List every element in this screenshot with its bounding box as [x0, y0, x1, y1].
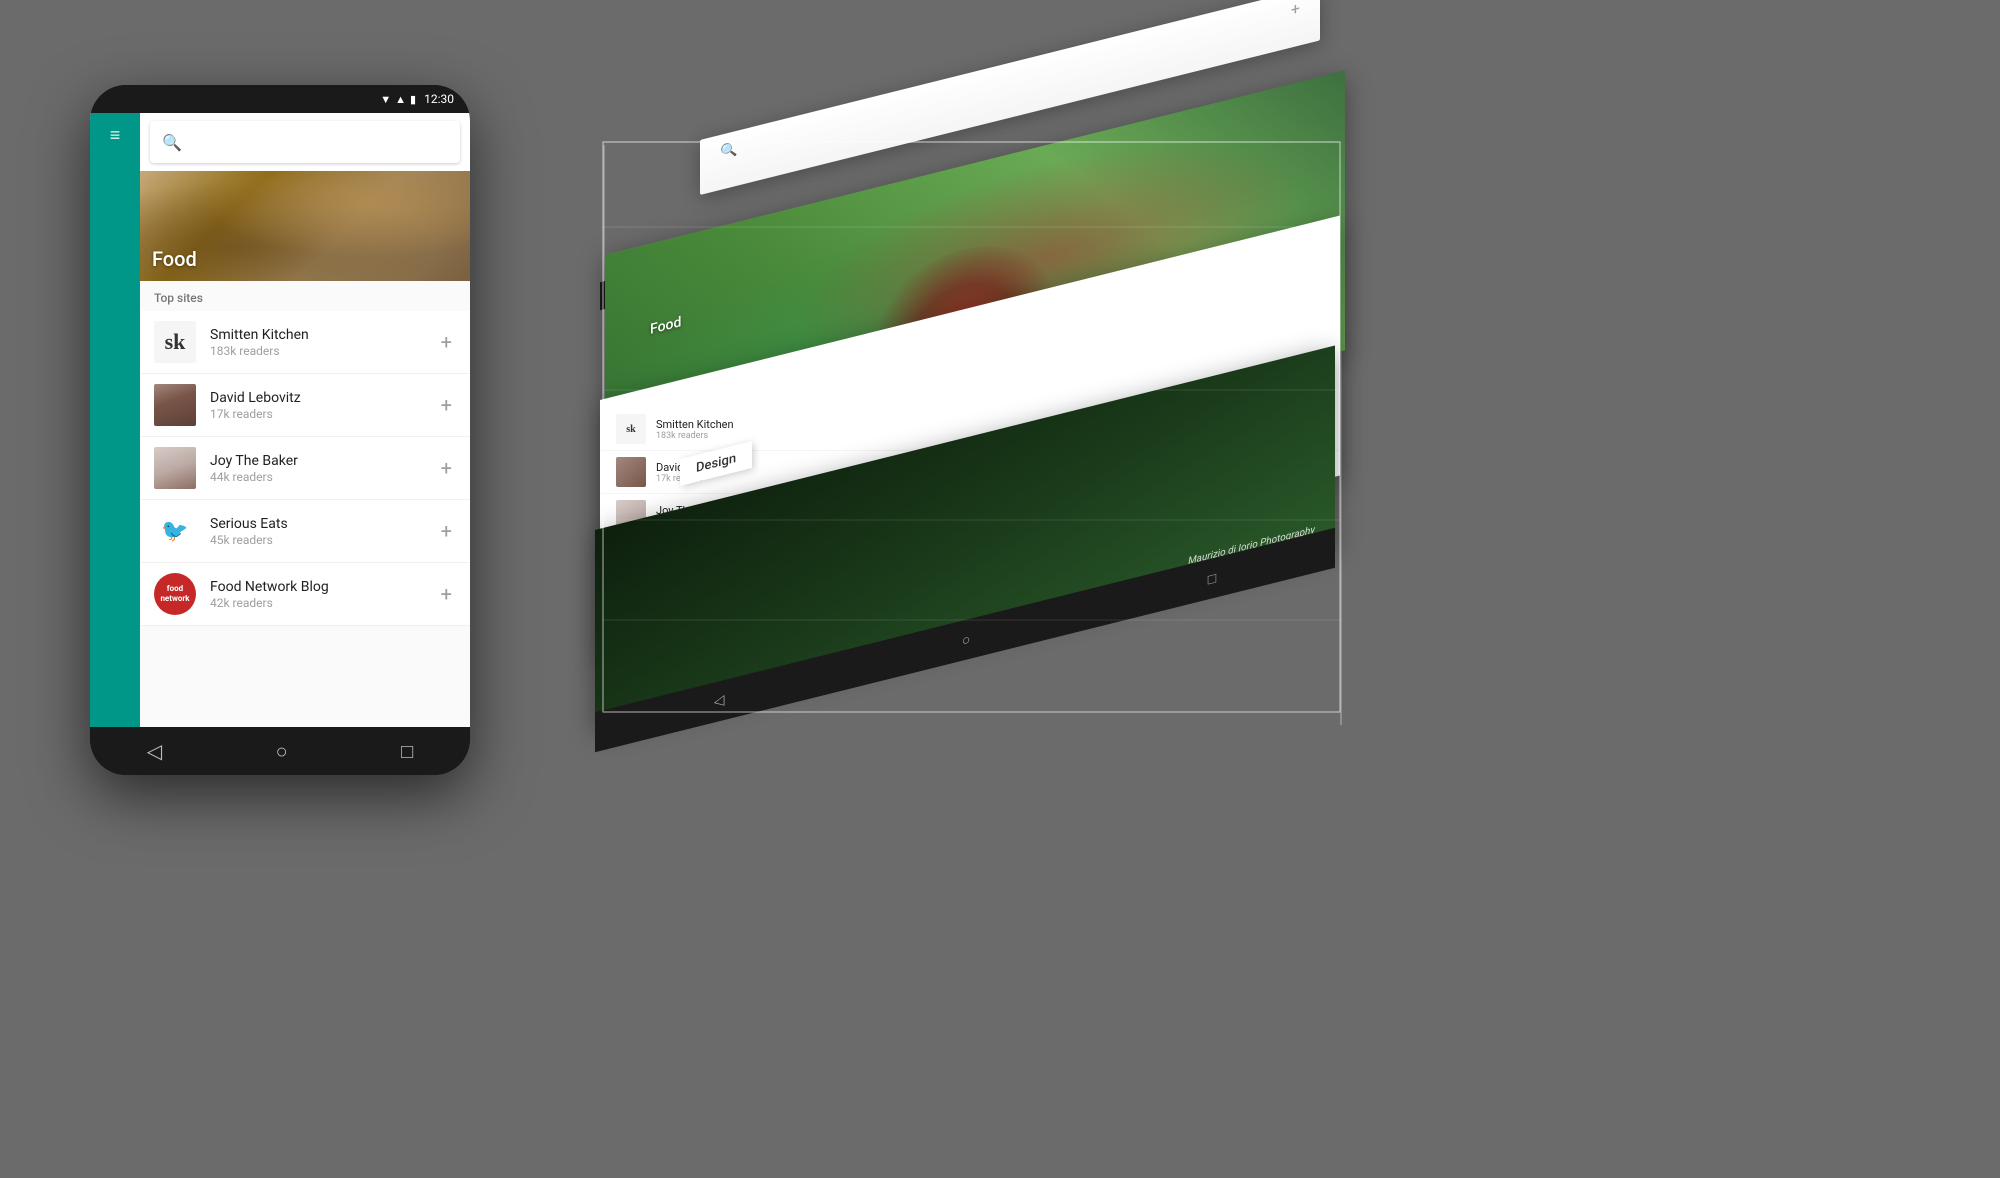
phone-content: ≡ Mau 100 Fu 🔍 Food Top sites sk [90, 113, 470, 727]
add-button[interactable]: + [437, 326, 456, 358]
battery-icon: ▮ [410, 93, 416, 106]
list-section-header: Top sites [140, 281, 470, 311]
search-bar[interactable]: 🔍 [150, 121, 460, 163]
list-item-subtitle: 44k readers [210, 470, 437, 484]
list-item-title: Serious Eats [210, 516, 437, 532]
list-item-subtitle: 17k readers [210, 407, 437, 421]
status-icons: ▼ ▲ ▮ 12:30 [380, 92, 454, 106]
list-item-subtitle: 42k readers [210, 596, 437, 610]
recent-nav-icon[interactable]: □ [401, 739, 413, 764]
bird-icon: 🐦 [161, 519, 188, 544]
main-content-area: 🔍 Food Top sites sk Smitten Kitchen 183k… [140, 113, 470, 727]
phone-status-bar: ▼ ▲ ▮ 12:30 [90, 85, 470, 113]
food-network-avatar: foodnetwork [154, 573, 196, 615]
phone-mockup: ▼ ▲ ▮ 12:30 ≡ Mau 100 Fu 🔍 Food [90, 85, 470, 775]
signal-icon: ▲ [395, 93, 406, 106]
joy-baker-avatar [154, 447, 196, 489]
list-item-text: David Lebovitz 17k readers [210, 390, 437, 421]
layer-recent-icon: □ [1208, 569, 1216, 588]
add-button[interactable]: + [437, 578, 456, 610]
list-item-text: Joy The Baker 44k readers [210, 453, 437, 484]
list-item-title: David Lebovitz [210, 390, 437, 406]
list-item[interactable]: foodnetwork Food Network Blog 42k reader… [140, 563, 470, 626]
list-item[interactable]: 🐦 Serious Eats 45k readers + [140, 500, 470, 563]
add-button[interactable]: + [437, 452, 456, 484]
list-item[interactable]: sk Smitten Kitchen 183k readers + [140, 311, 470, 374]
add-button[interactable]: + [437, 389, 456, 421]
layer-add-icon: + [1316, 593, 1324, 609]
phone-navigation: ◁ ○ □ [90, 727, 470, 775]
layer-home-icon: ○ [962, 630, 970, 649]
smitten-kitchen-avatar: sk [154, 321, 196, 363]
list-item-title: Smitten Kitchen [210, 327, 437, 343]
layer-back-icon: ◁ [714, 692, 725, 711]
layer-search-icon: 🔍 [720, 140, 737, 160]
list-item-title: Food Network Blog [210, 579, 437, 595]
hamburger-icon[interactable]: ≡ [110, 127, 121, 145]
david-lebovitz-avatar [154, 384, 196, 426]
food-network-logo-text: foodnetwork [160, 584, 189, 603]
food-label: Food [152, 247, 197, 271]
list-item-text: Serious Eats 45k readers [210, 516, 437, 547]
list-item-text: Smitten Kitchen 183k readers [210, 327, 437, 358]
list-item-subtitle: 45k readers [210, 533, 437, 547]
layer-sk-avatar: sk [616, 414, 646, 444]
back-nav-icon[interactable]: ◁ [147, 739, 162, 763]
list-section: Top sites sk Smitten Kitchen 183k reader… [140, 281, 470, 727]
search-icon: 🔍 [162, 133, 182, 152]
layer-dl-avatar [616, 457, 646, 487]
home-nav-icon[interactable]: ○ [276, 739, 288, 764]
list-item[interactable]: Joy The Baker 44k readers + [140, 437, 470, 500]
list-item-text: Food Network Blog 42k readers [210, 579, 437, 610]
serious-eats-avatar: 🐦 [154, 510, 196, 552]
add-button[interactable]: + [437, 515, 456, 547]
list-item-subtitle: 183k readers [210, 344, 437, 358]
list-item[interactable]: David Lebovitz 17k readers + [140, 374, 470, 437]
list-item-title: Joy The Baker [210, 453, 437, 469]
wifi-icon: ▼ [380, 93, 391, 106]
sidebar-strip: ≡ [90, 113, 140, 727]
layer-plus-icon: + [1291, 0, 1300, 20]
hero-food-image: Food [140, 171, 470, 281]
clock: 12:30 [424, 92, 454, 106]
layers-diagram: ▼ ▲ ▮ 12:30 🔍 + Food Top sites sk Smitte… [520, 60, 1920, 1110]
